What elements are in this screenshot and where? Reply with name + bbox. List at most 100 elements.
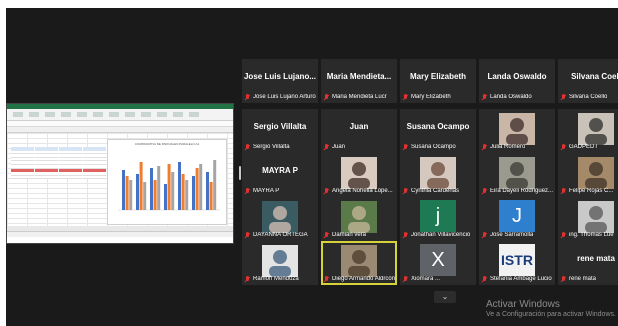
chart-bar: [206, 172, 209, 210]
participant-tile[interactable]: Diego Armando Aldrcón: [321, 241, 397, 285]
zoom-meeting-window: COMPARATIVA DE PARCIALES PARALELO A1 Jos…: [6, 8, 618, 326]
participant-tile[interactable]: Susana Ocampo Susana Ocampo: [400, 109, 476, 153]
chart-bar: [167, 164, 171, 210]
chart-bar: [122, 170, 125, 210]
muted-mic-icon: [402, 187, 410, 195]
participant-display-name: Sergio Villalta: [253, 122, 307, 131]
participant-name-label: Jonathan Villavicencio: [411, 232, 471, 238]
participant-name-label: Ramon Mendoza: [253, 276, 299, 282]
participant-caption: Sergio Villalta: [244, 143, 317, 151]
participant-name-label: MAYRA P: [253, 188, 280, 194]
muted-mic-icon: [560, 93, 568, 101]
muted-mic-icon: [323, 143, 331, 151]
excel-chart: COMPARATIVA DE PARCIALES PARALELO A1: [107, 139, 227, 225]
chart-bar: [136, 174, 139, 210]
splitter-handle[interactable]: [239, 166, 241, 180]
participant-tile[interactable]: Silvana Coell Silvana Coello: [558, 59, 618, 103]
participant-tile[interactable]: Maria Mendieta... Maria Mendieta Lucr: [321, 59, 397, 103]
participant-caption: ing. Thomas Lue: [560, 231, 618, 239]
participant-display-name: Juan: [349, 122, 369, 131]
chart-bar: [171, 172, 175, 210]
participant-caption: Felipe Rojas C...: [560, 187, 618, 195]
participant-tile[interactable]: J Jose Sarramolla: [479, 197, 555, 241]
participant-caption: Juan: [323, 143, 396, 151]
excel-data-table: [11, 147, 107, 183]
activation-watermark-subtitle: Ve a Configuración para activar Windows.: [486, 311, 616, 318]
participant-tile[interactable]: DAYANNA ORTEGA: [242, 197, 318, 241]
muted-mic-icon: [244, 231, 252, 239]
muted-mic-icon: [402, 231, 410, 239]
chart-bar: [157, 166, 161, 210]
participant-tile[interactable]: Felipe Rojas C...: [558, 153, 618, 197]
participant-name-label: GADPEDT: [569, 144, 599, 150]
muted-mic-icon: [244, 143, 252, 151]
chart-bar: [192, 176, 195, 210]
participant-tile[interactable]: j Jonathan Villavicencio: [400, 197, 476, 241]
chart-bar: [139, 162, 143, 210]
participant-tile[interactable]: Mary Elizabeth Mary Elizabeth: [400, 59, 476, 103]
participant-tile[interactable]: Sergio Villalta Sergio Villalta: [242, 109, 318, 153]
participant-tile[interactable]: Angela Nohelia Lópe...: [321, 153, 397, 197]
participant-name-label: DAYANNA ORTEGA: [253, 232, 308, 238]
participant-tile[interactable]: Juan Juan: [321, 109, 397, 153]
participant-name-label: Diego Armando Aldrcón: [332, 276, 396, 282]
participant-name-label: Landa Oswaldo: [490, 94, 532, 100]
chevron-down-icon[interactable]: ⌄: [434, 291, 456, 303]
participant-tile[interactable]: Damian vera: [321, 197, 397, 241]
participant-display-name: Silvana Coell: [571, 72, 618, 81]
participant-caption: Jonathan Villavicencio: [402, 231, 475, 239]
participant-tile[interactable]: ISTR Stefania Ambage Lucio: [479, 241, 555, 285]
participant-tile[interactable]: MAYRA P MAYRA P: [242, 153, 318, 197]
participant-tile[interactable]: Landa Oswaldo Landa Oswaldo: [479, 59, 555, 103]
muted-mic-icon: [402, 275, 410, 283]
participant-name-label: Maria Mendieta Lucr: [332, 94, 387, 100]
participant-tile[interactable]: Cynthia Cardenas: [400, 153, 476, 197]
participant-tile[interactable]: Eira Dayeli Rodriguez...: [479, 153, 555, 197]
muted-mic-icon: [560, 143, 568, 151]
participant-tile[interactable]: Ramon Mendoza: [242, 241, 318, 285]
participant-tile[interactable]: GADPEDT: [558, 109, 618, 153]
participant-caption: DAYANNA ORTEGA: [244, 231, 317, 239]
participant-tile[interactable]: ing. Thomas Lue: [558, 197, 618, 241]
chart-bar: [150, 168, 153, 210]
participant-tile[interactable]: Jose Luis Lujano... Jose Luis Lujano Artu…: [242, 59, 318, 103]
participant-caption: Julia Romero: [481, 143, 554, 151]
participant-initial-avatar: X: [420, 244, 456, 276]
participant-caption: Silvana Coello: [560, 93, 618, 101]
participant-name-label: Sergio Villalta: [253, 144, 290, 150]
participant-name-label: rene mata: [569, 276, 597, 282]
chart-bar: [181, 174, 185, 210]
participant-caption: Jose Luis Lujano Arturo: [244, 93, 317, 101]
chart-bar: [213, 160, 217, 210]
participant-tile[interactable]: X Xiomara ...: [400, 241, 476, 285]
participant-display-name: rene mata: [577, 254, 615, 263]
participant-caption: Mary Elizabeth: [402, 93, 475, 101]
participant-caption: Susana Ocampo: [402, 143, 475, 151]
muted-mic-icon: [402, 93, 410, 101]
participant-caption: Xiomara ...: [402, 275, 475, 283]
participant-name-label: Silvana Coello: [569, 94, 608, 100]
participant-video: [262, 201, 298, 233]
chart-bar: [178, 162, 181, 210]
participant-caption: Diego Armando Aldrcón: [323, 275, 396, 283]
participant-name-label: Jose Luis Lujano Arturo: [253, 94, 316, 100]
participant-caption: Eira Dayeli Rodriguez...: [481, 187, 554, 195]
participant-caption: Landa Oswaldo: [481, 93, 554, 101]
participant-caption: Damian vera: [323, 231, 396, 239]
participant-caption: Maria Mendieta Lucr: [323, 93, 396, 101]
muted-mic-icon: [481, 93, 489, 101]
participant-logo-avatar: ISTR: [499, 244, 535, 276]
muted-mic-icon: [323, 275, 331, 283]
participant-display-name: Maria Mendieta...: [326, 72, 392, 81]
chart-bar: [195, 168, 199, 210]
participant-tile[interactable]: rene mata rene mata: [558, 241, 618, 285]
participant-display-name: Mary Elizabeth: [409, 72, 466, 81]
participant-video: [262, 245, 298, 277]
muted-mic-icon: [481, 275, 489, 283]
participant-tile[interactable]: Julia Romero: [479, 109, 555, 153]
participant-caption: Stefania Ambage Lucio: [481, 275, 554, 283]
muted-mic-icon: [402, 143, 410, 151]
participant-video: [578, 201, 614, 233]
shared-screen[interactable]: COMPARATIVA DE PARCIALES PARALELO A1: [6, 103, 234, 244]
participant-caption: Angela Nohelia Lópe...: [323, 187, 396, 195]
